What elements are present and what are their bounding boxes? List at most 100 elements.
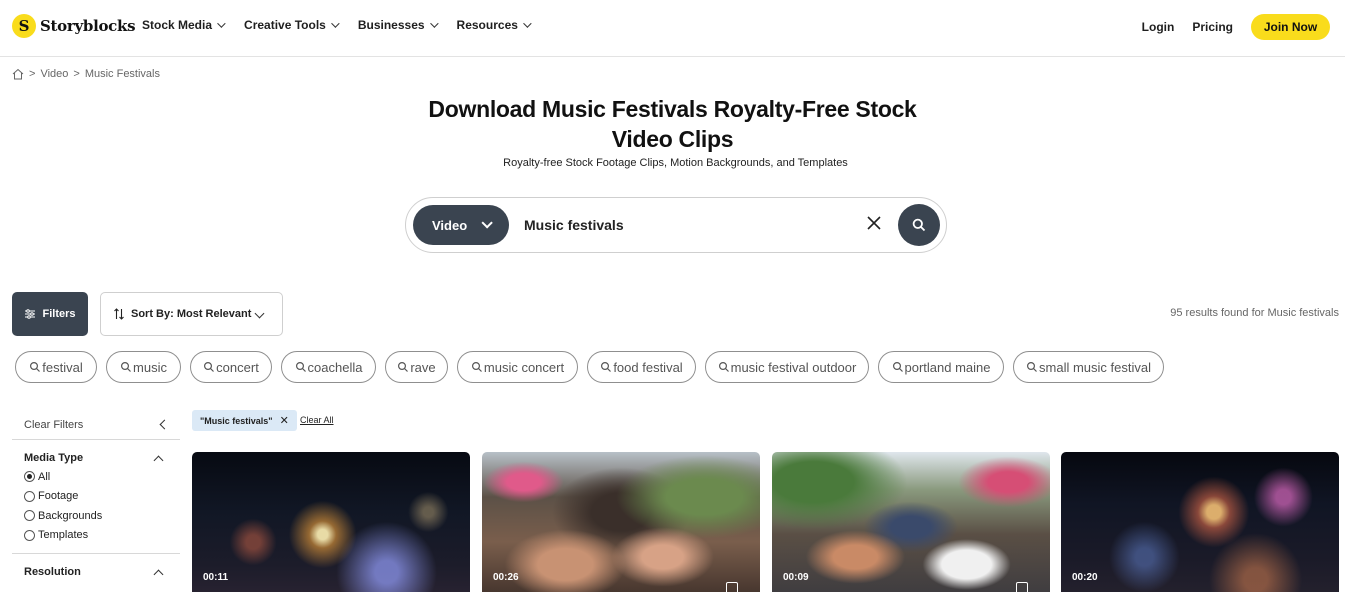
nav-item-label: Stock Media xyxy=(142,18,213,32)
search-icon xyxy=(398,361,409,372)
related-tags: festival music concert coachella rave mu… xyxy=(15,351,1173,383)
video-card[interactable]: 00:20 xyxy=(1061,452,1339,592)
chevron-left-icon[interactable] xyxy=(159,419,170,430)
media-type-option-templates[interactable]: Templates xyxy=(12,526,180,546)
filters-button[interactable]: Filters xyxy=(12,292,88,336)
nav-item-creative-tools[interactable]: Creative Tools xyxy=(244,18,340,32)
tag-label: coachella xyxy=(307,359,363,375)
card-actions xyxy=(1016,582,1028,592)
nav-item-label: Creative Tools xyxy=(244,18,326,32)
video-card[interactable]: 00:09 xyxy=(772,452,1050,592)
search-icon xyxy=(601,361,612,372)
video-card[interactable]: 00:11 xyxy=(192,452,470,592)
tag-rave[interactable]: rave xyxy=(385,351,448,383)
media-type-option-backgrounds[interactable]: Backgrounds xyxy=(12,506,180,526)
breadcrumb-separator: > xyxy=(29,68,36,80)
resolution-title: Resolution xyxy=(24,566,81,578)
tag-label: food festival xyxy=(613,359,683,375)
radio-selected[interactable] xyxy=(24,471,35,483)
video-card[interactable]: 00:26 xyxy=(482,452,760,592)
search-input[interactable] xyxy=(524,213,854,237)
search-icon xyxy=(912,218,926,232)
add-to-folder-icon[interactable] xyxy=(1016,582,1028,592)
option-label: All xyxy=(38,470,51,483)
clear-filters-link[interactable]: Clear Filters xyxy=(24,419,83,431)
search-icon xyxy=(471,361,482,372)
nav-item-resources[interactable]: Resources xyxy=(456,18,532,32)
login-link[interactable]: Login xyxy=(1142,20,1175,34)
pricing-link[interactable]: Pricing xyxy=(1192,20,1233,34)
radio[interactable] xyxy=(24,510,35,522)
chevron-down-icon xyxy=(429,19,439,28)
nav-item-stock-media[interactable]: Stock Media xyxy=(142,18,226,32)
search-icon xyxy=(295,361,306,372)
chevron-up-icon[interactable] xyxy=(153,455,164,466)
tag-music-concert[interactable]: music concert xyxy=(457,351,578,383)
tag-music-festival-outdoor[interactable]: music festival outdoor xyxy=(705,351,869,383)
join-now-button[interactable]: Join Now xyxy=(1251,14,1330,40)
search-icon xyxy=(1027,361,1037,372)
option-label: Templates xyxy=(38,529,89,542)
account-links: Login Pricing Join Now xyxy=(1142,14,1330,40)
video-duration: 00:11 xyxy=(203,572,229,583)
media-type-section-title[interactable]: Media Type xyxy=(12,440,180,466)
resolution-section-title[interactable]: Resolution xyxy=(12,554,180,580)
filter-sidebar: Clear Filters Media Type All Footage Bac… xyxy=(12,410,180,580)
tag-label: music concert xyxy=(483,359,565,375)
tag-concert[interactable]: concert xyxy=(190,351,272,383)
tag-small-music-festival[interactable]: small music festival xyxy=(1013,351,1164,383)
main-menu: Stock Media Creative Tools Businesses Re… xyxy=(142,18,550,32)
search-icon xyxy=(121,361,131,372)
brand-logo[interactable]: S Storyblocks xyxy=(12,14,136,38)
close-icon[interactable] xyxy=(865,214,883,232)
add-to-folder-icon[interactable] xyxy=(726,582,738,592)
nav-item-businesses[interactable]: Businesses xyxy=(357,18,439,32)
chevron-down-icon xyxy=(523,19,532,28)
nav-item-label: Resources xyxy=(456,18,518,32)
tag-coachella[interactable]: coachella xyxy=(281,351,376,383)
logo-mark: S xyxy=(12,14,36,38)
option-label: Footage xyxy=(38,490,79,503)
media-type-option-all[interactable]: All xyxy=(12,467,180,487)
video-duration: 00:20 xyxy=(1072,572,1098,583)
tag-label: music festival outdoor xyxy=(730,359,857,375)
tag-label: rave xyxy=(410,359,436,375)
clear-all-link[interactable]: Clear All xyxy=(300,415,334,425)
radio[interactable] xyxy=(24,529,35,541)
active-filter-chip: "Music festivals" ✕ xyxy=(192,410,297,431)
close-icon[interactable]: ✕ xyxy=(280,414,289,427)
media-type-label: Video xyxy=(432,217,468,233)
tag-food-festival[interactable]: food festival xyxy=(587,351,696,383)
breadcrumb-separator: > xyxy=(73,68,80,80)
page-title: Download Music Festivals Royalty-Free St… xyxy=(0,94,1345,154)
breadcrumb-item-video[interactable]: Video xyxy=(40,68,68,80)
search-bar: Video xyxy=(405,197,947,253)
chevron-up-icon[interactable] xyxy=(153,569,164,580)
tag-label: music xyxy=(133,359,167,375)
tag-festival[interactable]: festival xyxy=(15,351,97,383)
tag-portland-maine[interactable]: portland maine xyxy=(878,351,1004,383)
chevron-down-icon xyxy=(481,217,493,229)
breadcrumb: > Video > Music Festivals xyxy=(12,68,160,80)
search-button[interactable] xyxy=(898,204,940,246)
breadcrumb-item-current: Music Festivals xyxy=(84,68,160,80)
search-icon xyxy=(204,361,215,372)
video-duration: 00:26 xyxy=(493,572,519,583)
chevron-down-icon xyxy=(331,19,340,28)
chevron-down-icon xyxy=(217,19,226,28)
home-icon[interactable] xyxy=(12,68,24,80)
active-filter-label: "Music festivals" xyxy=(200,415,273,426)
tag-music[interactable]: music xyxy=(106,351,181,383)
nav-item-label: Businesses xyxy=(357,18,425,32)
radio[interactable] xyxy=(24,490,35,502)
media-type-dropdown[interactable]: Video xyxy=(413,205,509,245)
sliders-icon xyxy=(25,309,36,319)
sort-dropdown[interactable]: Sort By: Most Relevant xyxy=(100,292,283,336)
video-duration: 00:09 xyxy=(783,572,809,583)
page-title-line-1: Download Music Festivals Royalty-Free St… xyxy=(428,96,917,122)
filters-label: Filters xyxy=(42,308,76,320)
card-actions xyxy=(726,582,738,592)
tag-label: concert xyxy=(216,359,259,375)
media-type-option-footage[interactable]: Footage xyxy=(12,487,180,507)
sort-label: Sort By: Most Relevant xyxy=(131,308,252,320)
